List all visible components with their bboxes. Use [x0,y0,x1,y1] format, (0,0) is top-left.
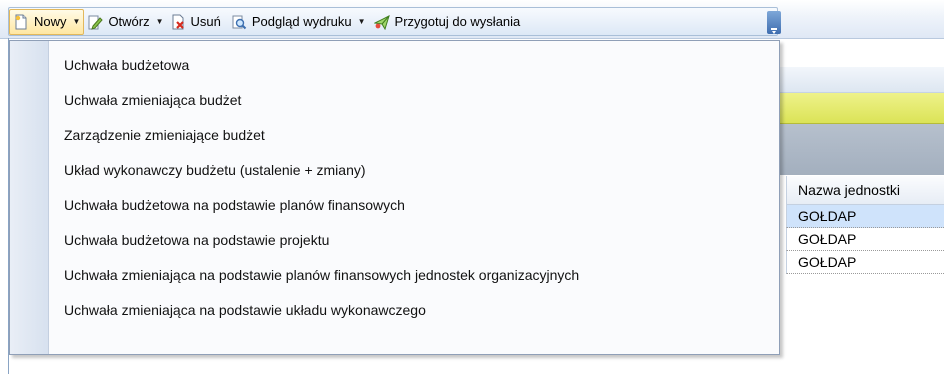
table-row[interactable]: GOŁDAP [786,251,944,274]
toolbar-strip: Nowy ▼ Otwórz ▼ Usuń Podgląd wydruku ▼ P… [8,7,778,36]
delete-document-icon [172,14,184,29]
menu-item-executive-budget-layout[interactable]: Układ wykonawczy budżetu (ustalenie + zm… [10,153,779,188]
menu-item-budget-amending-resolution[interactable]: Uchwała zmieniająca budżet [10,83,779,118]
menu-item-budget-resolution-from-plans[interactable]: Uchwała budżetowa na podstawie planów fi… [10,188,779,223]
delete-button[interactable]: Usuń [167,10,224,34]
print-preview-button[interactable]: Podgląd wydruku ▼ [228,10,369,34]
print-preview-icon [232,15,247,29]
units-grid: Nazwa jednostki GOŁDAP GOŁDAP GOŁDAP [786,176,944,274]
send-prepare-icon [373,14,390,30]
menu-item-label: Uchwała zmieniająca budżet [64,92,242,108]
menu-item-budget-resolution[interactable]: Uchwała budżetowa [10,48,779,83]
delete-button-label: Usuń [190,14,221,29]
menu-item-label: Zarządzenie zmieniające budżet [64,127,265,143]
column-header-unit-name[interactable]: Nazwa jednostki [786,176,944,205]
menu-item-label: Uchwała zmieniająca na podstawie planów … [64,267,580,283]
edit-document-icon [88,15,104,30]
menu-item-label: Uchwała zmieniająca na podstawie układu … [64,302,426,318]
menu-item-amending-from-unit-plans[interactable]: Uchwała zmieniająca na podstawie planów … [10,258,779,293]
new-dropdown-menu: Uchwała budżetowa Uchwała zmieniająca bu… [9,40,780,355]
chevron-down-icon[interactable]: ▼ [73,17,81,26]
menu-item-label: Układ wykonawczy budżetu (ustalenie + zm… [64,162,366,178]
menu-item-budget-resolution-from-draft[interactable]: Uchwała budżetowa na podstawie projektu [10,223,779,258]
table-row[interactable]: GOŁDAP [786,228,944,251]
menu-item-label: Uchwała budżetowa na podstawie planów fi… [64,197,405,213]
prepare-to-send-button[interactable]: Przygotuj do wysłania [371,10,524,34]
overflow-arrow-icon [771,28,777,34]
chevron-down-icon[interactable]: ▼ [358,17,366,26]
chevron-down-icon[interactable]: ▼ [156,17,164,26]
open-button[interactable]: Otwórz ▼ [84,10,166,34]
new-button-label: Nowy [34,14,67,29]
print-preview-button-label: Podgląd wydruku [251,14,352,29]
open-button-label: Otwórz [108,14,150,29]
prepare-to-send-button-label: Przygotuj do wysłania [394,14,521,29]
menu-item-amending-from-executive-layout[interactable]: Uchwała zmieniająca na podstawie układu … [10,293,779,328]
main-toolbar: Nowy ▼ Otwórz ▼ Usuń Podgląd wydruku ▼ P… [0,0,944,39]
menu-item-label: Uchwała budżetowa na podstawie projektu [64,232,330,248]
new-button[interactable]: Nowy ▼ [9,8,85,35]
toolbar-overflow-button[interactable] [767,11,781,34]
menu-item-label: Uchwała budżetowa [64,57,190,73]
table-row[interactable]: GOŁDAP [786,205,944,228]
new-document-icon [15,14,27,29]
menu-item-budget-amending-order[interactable]: Zarządzenie zmieniające budżet [10,118,779,153]
